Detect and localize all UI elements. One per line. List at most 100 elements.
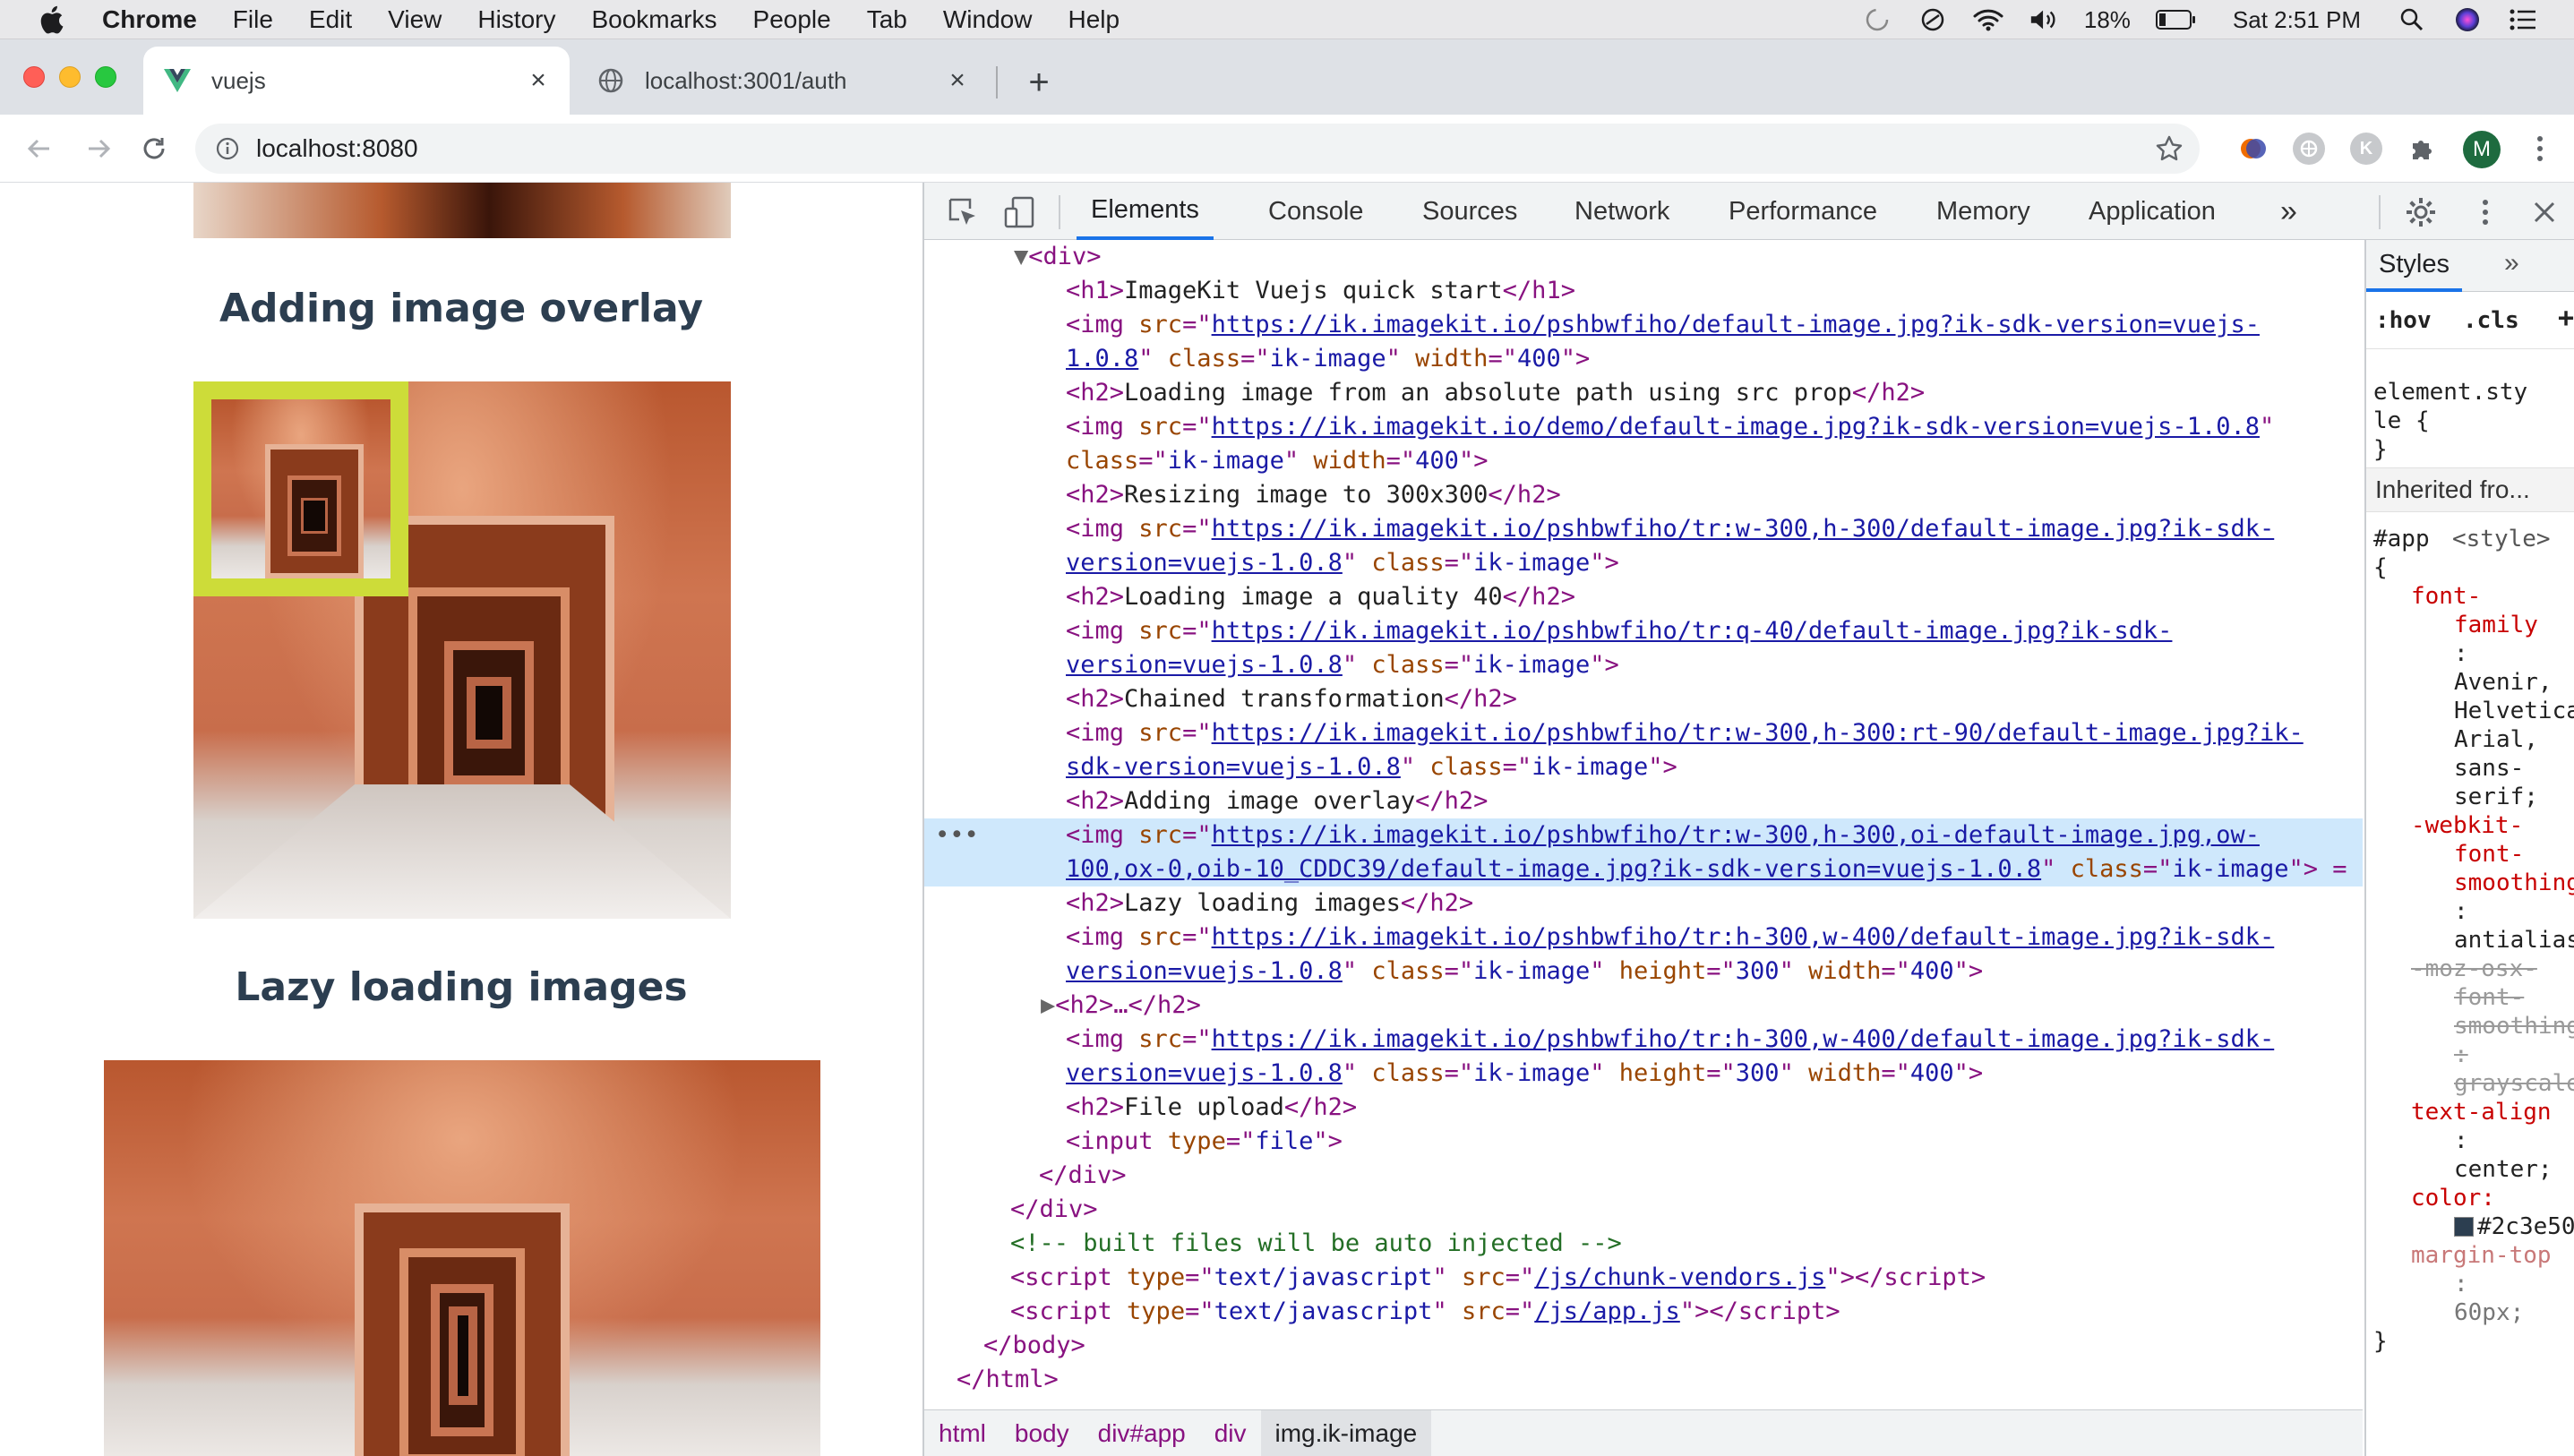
img-src-link[interactable]: https://ik.imagekit.io/demo/default-imag… [1212, 413, 2260, 441]
dom-node-img[interactable]: <img src="https://ik.imagekit.io/demo/de… [924, 410, 2363, 444]
dom-node-h2[interactable]: <h2>Loading image from an absolute path … [924, 376, 2363, 410]
expand-triangle-icon[interactable]: ▼ [924, 243, 1028, 270]
vpn-icon[interactable] [1918, 4, 1948, 35]
dom-node-img-selected[interactable]: ••• <img src="https://ik.imagekit.io/pshb… [924, 818, 2363, 852]
img-src-link[interactable]: version=vuejs-1.0.8 [924, 651, 1343, 679]
val-color[interactable]: #2c3e50 [2454, 1212, 2574, 1241]
dom-node-div-close[interactable]: </div> [924, 1193, 2363, 1227]
img-src-link[interactable]: https://ik.imagekit.io/pshbwfiho/tr:w-30… [1212, 719, 2304, 747]
extension-color-icon[interactable] [2237, 133, 2269, 165]
tab-application[interactable]: Application [2089, 183, 2216, 240]
tab-close-icon[interactable]: × [525, 65, 552, 95]
img-src-link[interactable]: https://ik.imagekit.io/pshbwfiho/tr:h-30… [1212, 923, 2275, 951]
dom-node-img[interactable]: <img src="https://ik.imagekit.io/pshbwfi… [924, 614, 2363, 648]
settings-gear-icon[interactable] [2404, 195, 2438, 229]
menu-window[interactable]: Window [943, 5, 1033, 34]
prop-moz-font-smoothing-cont[interactable]: smoothing [2454, 1012, 2574, 1041]
new-tab-plus-icon[interactable]: + [1021, 63, 1057, 102]
val-font-family[interactable]: Arial, [2454, 725, 2574, 754]
val-font-family[interactable]: Helvetica, [2454, 697, 2574, 725]
spotlight-search-icon[interactable] [2397, 4, 2427, 35]
dom-node-img-cont[interactable]: sdk-version=vuejs-1.0.8" class="ik-image… [924, 750, 2363, 784]
dom-node-img-cont[interactable]: version=vuejs-1.0.8" class="ik-image" he… [924, 1057, 2363, 1091]
img-src-link[interactable]: version=vuejs-1.0.8 [924, 549, 1343, 577]
menu-edit[interactable]: Edit [309, 5, 352, 34]
dom-node-img-cont[interactable]: version=vuejs-1.0.8" class="ik-image" he… [924, 955, 2363, 989]
dom-node-img-cont[interactable]: 1.0.8" class="ik-image" width="400"> [924, 342, 2363, 376]
menu-people[interactable]: People [753, 5, 831, 34]
color-swatch-icon[interactable] [2454, 1217, 2474, 1237]
tab-close-icon[interactable]: × [944, 65, 971, 95]
img-src-link[interactable]: https://ik.imagekit.io/pshbwfiho/tr:w-30… [1212, 515, 2275, 543]
val-margin-top[interactable]: 60px; [2454, 1298, 2574, 1327]
breadcrumb-img-ik-image[interactable]: img.ik-image [1260, 1409, 1432, 1456]
breadcrumb-html[interactable]: html [924, 1410, 1000, 1456]
dom-node-h1[interactable]: <h1>ImageKit Vuejs quick start</h1> [924, 274, 2363, 308]
dom-node-h2[interactable]: <h2>File upload</h2> [924, 1091, 2363, 1125]
script-src-link[interactable]: /js/app.js [1534, 1298, 1680, 1325]
dom-node-img[interactable]: <img src="https://ik.imagekit.io/pshbwfi… [924, 921, 2363, 955]
elements-dom-tree[interactable]: ▼<div> <h1>ImageKit Vuejs quick start</h… [924, 240, 2363, 1409]
extension-grey-icon[interactable] [2293, 133, 2325, 165]
tab-console[interactable]: Console [1268, 183, 1363, 240]
notification-center-icon[interactable] [2508, 4, 2538, 35]
prop-moz-font-smoothing[interactable]: -moz-osx- [2411, 955, 2574, 983]
tab-styles[interactable]: Styles [2366, 240, 2462, 292]
profile-avatar[interactable]: M [2463, 131, 2501, 168]
inspect-element-icon[interactable] [946, 195, 980, 229]
menu-history[interactable]: History [477, 5, 555, 34]
address-bar-url[interactable]: localhost:8080 [256, 134, 418, 163]
rule-source-style[interactable]: <style> [2452, 525, 2574, 553]
img-src-link[interactable]: version=vuejs-1.0.8 [924, 957, 1343, 985]
val-font-family[interactable]: Avenir, [2454, 668, 2574, 697]
dom-node-div[interactable]: ▼<div> [924, 240, 2363, 274]
device-toolbar-icon[interactable] [1003, 195, 1037, 229]
tab-sources[interactable]: Sources [1422, 183, 1517, 240]
prop-webkit-font-smoothing-cont[interactable]: smoothing [2454, 869, 2574, 897]
tab-localhost-auth[interactable]: localhost:3001/auth × [577, 47, 989, 115]
menu-view[interactable]: View [388, 5, 442, 34]
dom-node-img[interactable]: <img src="https://ik.imagekit.io/pshbwfi… [924, 716, 2363, 750]
bookmark-star-icon[interactable] [2155, 134, 2184, 163]
prop-margin-top[interactable]: margin-top [2411, 1241, 2574, 1270]
reload-icon[interactable] [136, 131, 172, 167]
breadcrumb-div-app[interactable]: div#app [1084, 1410, 1200, 1456]
img-src-link[interactable]: 1.0.8 [924, 345, 1138, 373]
img-src-link[interactable]: https://ik.imagekit.io/pshbwfiho/default… [1212, 311, 2260, 338]
dom-node-script[interactable]: <script type="text/javascript" src="/js/… [924, 1295, 2363, 1329]
window-minimize-button[interactable] [59, 66, 81, 88]
tab-elements[interactable]: Elements [1077, 183, 1214, 240]
dom-node-img[interactable]: <img src="https://ik.imagekit.io/pshbwfi… [924, 308, 2363, 342]
address-bar[interactable]: localhost:8080 [195, 124, 2200, 174]
script-src-link[interactable]: /js/chunk-vendors.js [1534, 1263, 1825, 1291]
extension-k-icon[interactable]: K [2350, 133, 2382, 165]
dom-node-input[interactable]: <input type="file"> [924, 1125, 2363, 1159]
val-font-family[interactable]: sans- [2454, 754, 2574, 783]
val-webkit-font-smoothing[interactable]: antialiased; [2454, 926, 2574, 955]
window-close-button[interactable] [23, 66, 45, 88]
dom-node-h2[interactable]: <h2>Adding image overlay</h2> [924, 784, 2363, 818]
img-src-link[interactable]: 100,ox-0,oib-10_CDDC39/default-image.jpg… [924, 855, 2041, 883]
prop-color[interactable]: color: [2411, 1184, 2574, 1212]
img-src-link[interactable]: https://ik.imagekit.io/pshbwfiho/tr:h-30… [1212, 1025, 2275, 1053]
tab-network[interactable]: Network [1574, 183, 1669, 240]
dom-node-div-close[interactable]: </div> [924, 1159, 2363, 1193]
prop-webkit-font-smoothing-cont[interactable]: font- [2454, 840, 2574, 869]
sync-icon[interactable] [1862, 4, 1892, 35]
siri-icon[interactable] [2452, 4, 2483, 35]
site-info-icon[interactable] [215, 136, 240, 161]
node-actions-ellipsis-icon[interactable]: ••• [935, 818, 979, 852]
img-src-link[interactable]: https://ik.imagekit.io/pshbwfiho/tr:q-40… [1212, 617, 2173, 645]
dom-node-h2[interactable]: <h2>Resizing image to 300x300</h2> [924, 478, 2363, 512]
styles-more-chevron-icon[interactable]: » [2504, 249, 2519, 278]
img-src-link[interactable]: sdk-version=vuejs-1.0.8 [924, 753, 1401, 781]
dom-node-h2[interactable]: <h2>Lazy loading images</h2> [924, 886, 2363, 921]
dom-node-img[interactable]: <img src="https://ik.imagekit.io/pshbwfi… [924, 1023, 2363, 1057]
dom-node-html-close[interactable]: </html> [924, 1363, 2363, 1397]
dom-node-img-selected-cont[interactable]: 100,ox-0,oib-10_CDDC39/default-image.jpg… [924, 852, 2363, 886]
tab-performance[interactable]: Performance [1729, 183, 1877, 240]
dom-node-img[interactable]: <img src="https://ik.imagekit.io/pshbwfi… [924, 512, 2363, 546]
forward-arrow-icon[interactable] [81, 131, 116, 167]
menu-file[interactable]: File [233, 5, 273, 34]
back-arrow-icon[interactable] [21, 131, 57, 167]
